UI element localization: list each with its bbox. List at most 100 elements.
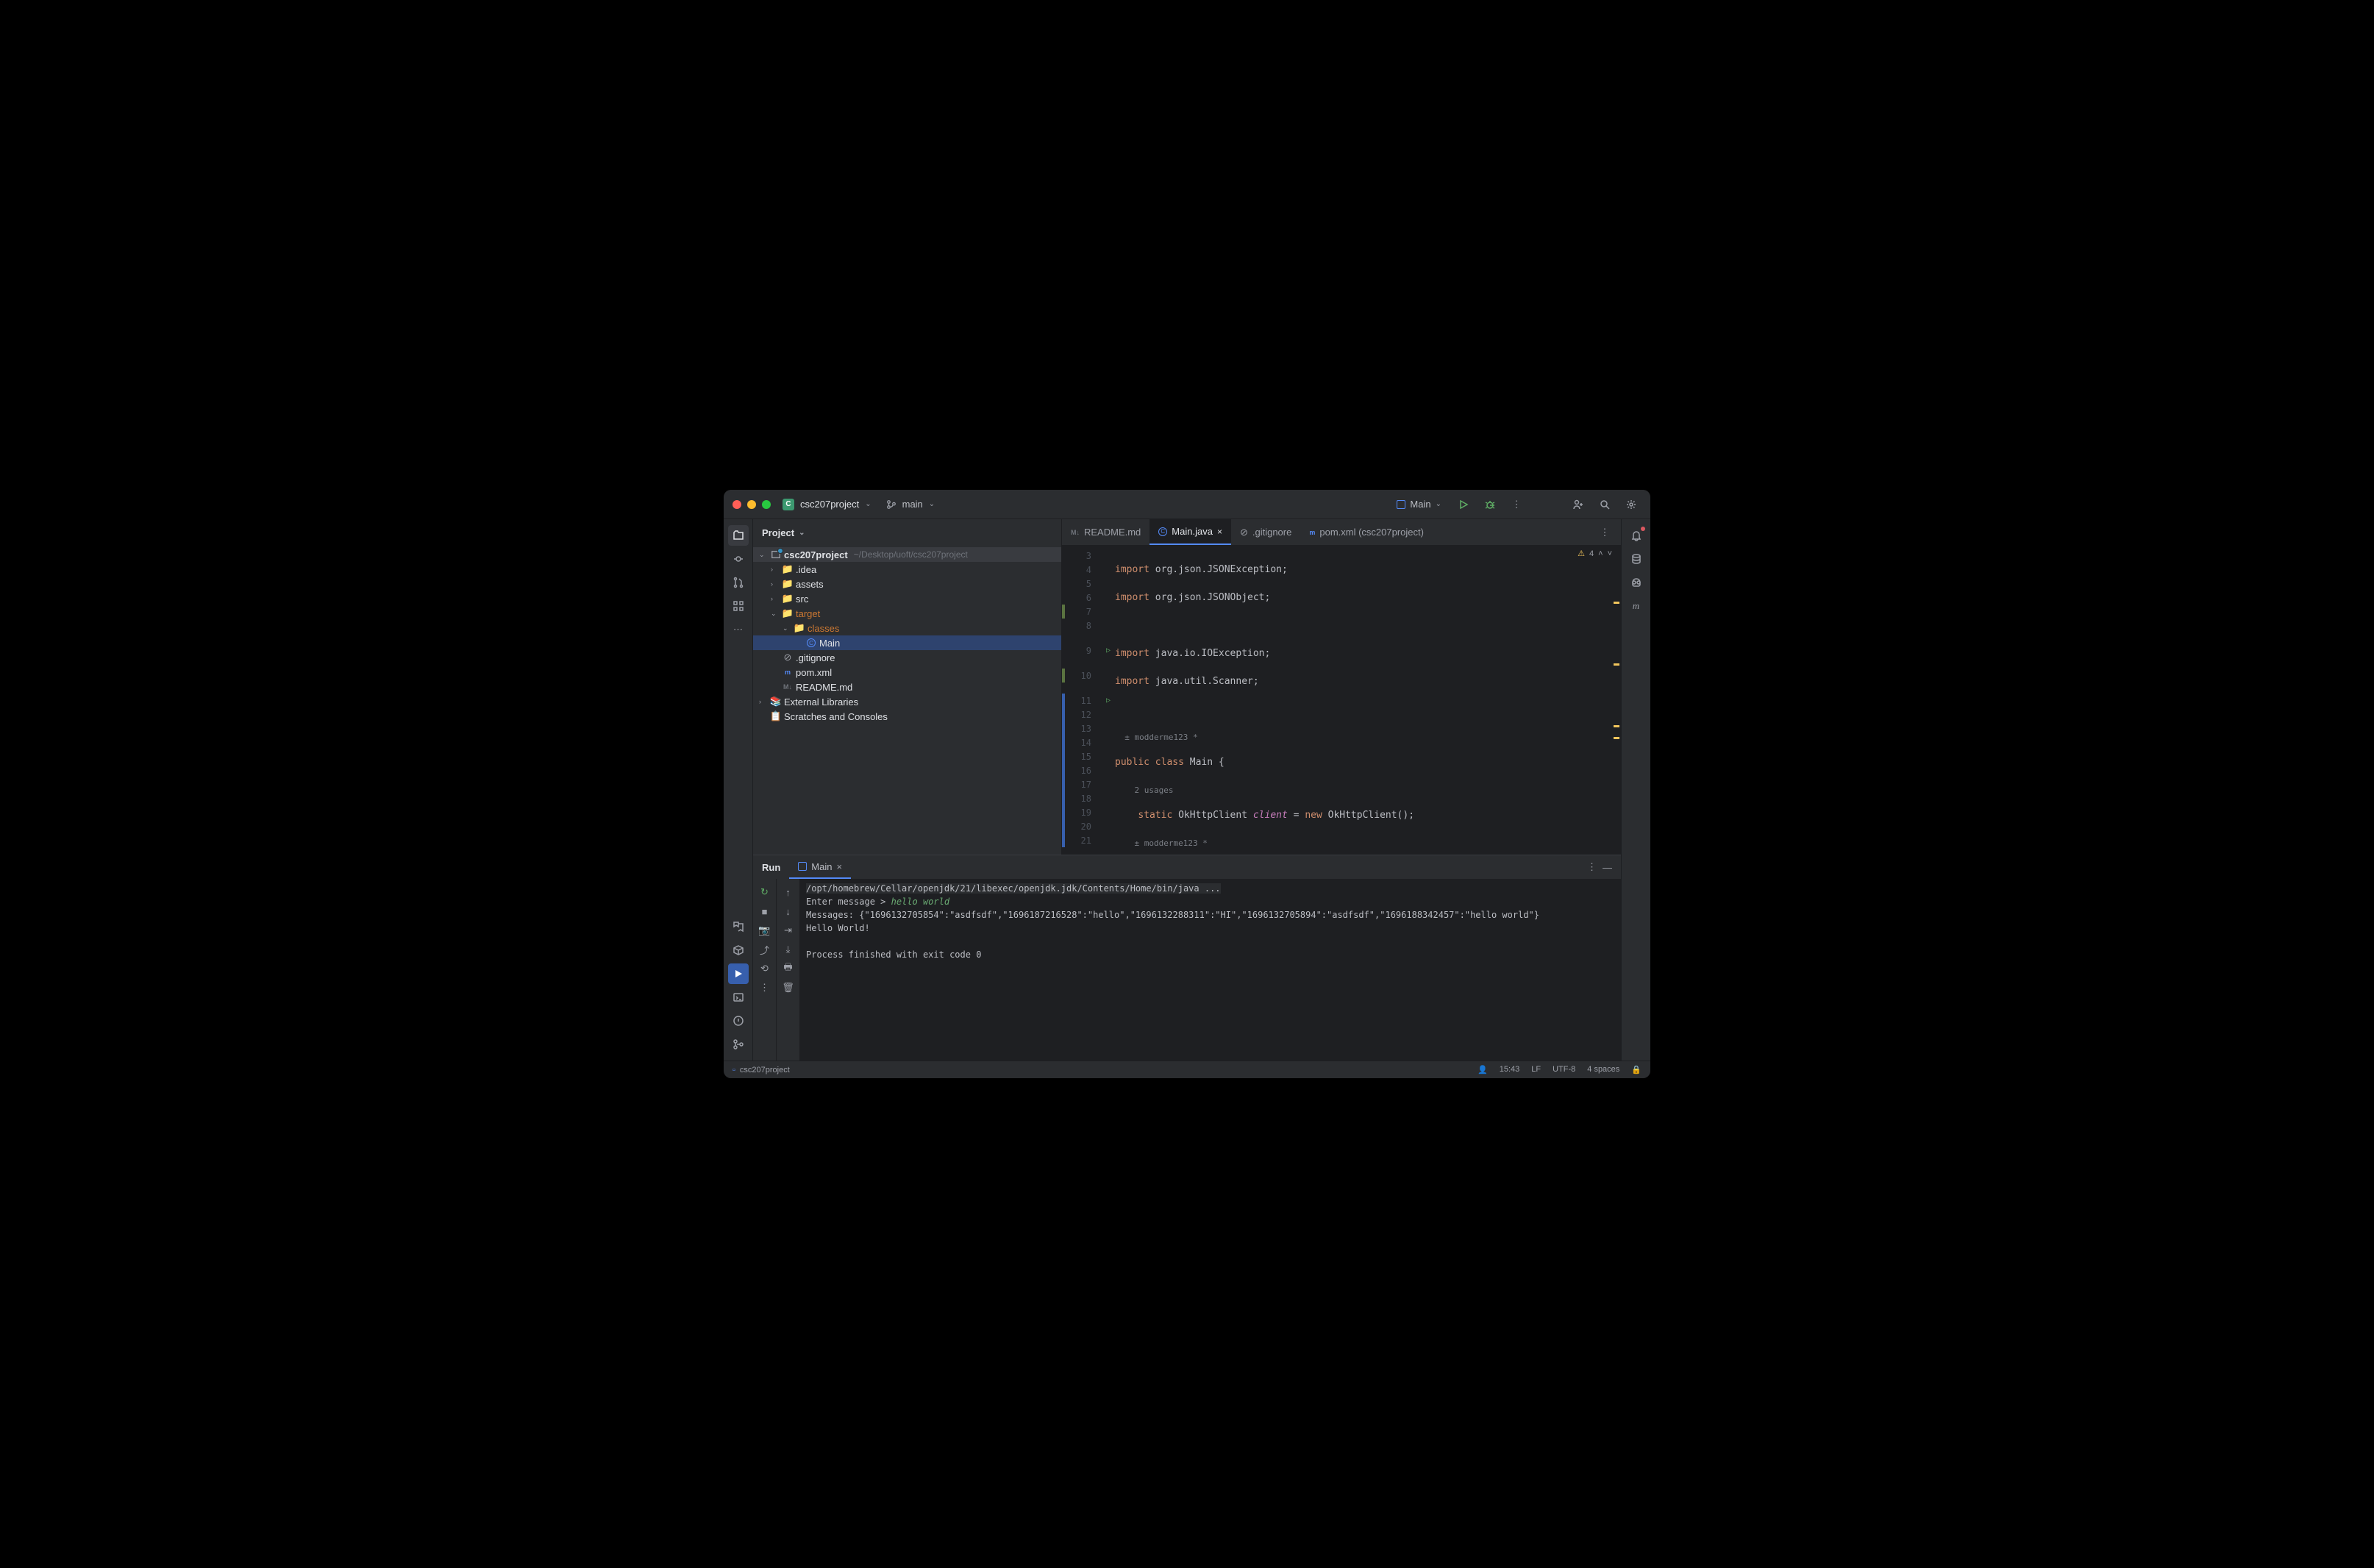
run-tool-button[interactable]: [728, 963, 749, 984]
code-editor[interactable]: 3 4 5 6 7 8 9▷ 10 11▷ 12: [1062, 546, 1621, 855]
run-tab-label[interactable]: Run: [753, 855, 789, 879]
project-status-icon: ▫: [732, 1066, 735, 1075]
run-toolbar: ↻ ■ 📷 ⤴ ⟲ ⋮: [753, 879, 777, 1061]
run-config-tab[interactable]: Main ×: [789, 855, 851, 879]
scroll-end-button[interactable]: ⤓: [781, 942, 796, 957]
editor-area: M↓ README.md C Main.java × ⊘ .gitignore: [1062, 519, 1621, 855]
project-tree: ⌄ csc207project ~/Desktop/uoft/csc207pro…: [753, 546, 1061, 855]
close-tab-button[interactable]: ×: [836, 861, 842, 872]
down-stack-button[interactable]: ↓: [781, 904, 796, 919]
commit-tool-button[interactable]: [728, 549, 749, 569]
structure-tool-button[interactable]: [728, 596, 749, 616]
build-tool-button[interactable]: [728, 940, 749, 961]
notifications-button[interactable]: [1626, 525, 1647, 546]
dump-threads-button[interactable]: 📷: [758, 923, 772, 938]
run-config-icon: [798, 862, 807, 871]
class-icon: C: [1158, 527, 1167, 536]
markdown-icon: M↓: [1071, 529, 1080, 536]
problems-tool-button[interactable]: [728, 1011, 749, 1031]
print-button[interactable]: 🖶: [781, 961, 796, 976]
run-button[interactable]: [1453, 494, 1474, 515]
project-badge: C: [783, 499, 794, 510]
maven-button[interactable]: m: [1626, 596, 1647, 616]
terminal-tool-button[interactable]: [728, 987, 749, 1008]
warning-icon: ⚠: [1578, 549, 1585, 558]
project-tool-button[interactable]: [728, 525, 749, 546]
more-actions-button[interactable]: ⋮: [1506, 494, 1527, 515]
project-panel-header[interactable]: Project ⌄: [753, 519, 1061, 546]
run-options-button[interactable]: ⋮: [1587, 861, 1597, 873]
editor-tabs: M↓ README.md C Main.java × ⊘ .gitignore: [1062, 519, 1621, 546]
tab-pom[interactable]: m pom.xml (csc207project): [1300, 519, 1433, 545]
tab-options-button[interactable]: ⋮: [1594, 522, 1615, 543]
maven-icon: m: [1309, 529, 1315, 536]
rerun-button[interactable]: ↻: [758, 885, 772, 899]
hide-panel-button[interactable]: —: [1603, 862, 1612, 873]
exit-button[interactable]: ⤴: [758, 942, 772, 957]
run-toolbar-2: ↑ ↓ ⇥ ⤓ 🖶 🗑: [777, 879, 800, 1061]
error-stripe[interactable]: [1612, 546, 1621, 855]
gutter-run-icon[interactable]: ▷: [1106, 696, 1111, 705]
run-config-selector[interactable]: Main ⌄: [1391, 496, 1447, 513]
more-tools-button[interactable]: ⋯: [728, 619, 749, 640]
file-encoding[interactable]: UTF-8: [1553, 1065, 1575, 1075]
close-window-button[interactable]: [732, 500, 741, 509]
titlebar: C csc207project ⌄ main ⌄ Main ⌄ ⋮: [724, 490, 1650, 519]
soft-wrap-button[interactable]: ⇥: [781, 923, 796, 938]
project-panel: Project ⌄ ⌄ csc207project ~/Desktop/uoft…: [753, 519, 1062, 855]
status-project[interactable]: csc207project: [740, 1066, 790, 1075]
tab-readme[interactable]: M↓ README.md: [1062, 519, 1149, 545]
tree-file-main-class[interactable]: C Main: [753, 635, 1061, 650]
chevron-down-icon: ⌄: [1436, 500, 1441, 508]
copilot-status-icon[interactable]: 👤: [1477, 1065, 1488, 1075]
tree-file-gitignore[interactable]: ⊘ .gitignore: [753, 650, 1061, 665]
branch-name[interactable]: main: [902, 499, 923, 510]
project-name-dropdown[interactable]: csc207project: [800, 499, 859, 510]
console-output[interactable]: /opt/homebrew/Cellar/openjdk/21/libexec/…: [800, 879, 1621, 1061]
tree-folder-classes[interactable]: ⌄📁 classes: [753, 621, 1061, 635]
ide-window: C csc207project ⌄ main ⌄ Main ⌄ ⋮ ⋯: [724, 490, 1650, 1078]
code-with-me-button[interactable]: [1568, 494, 1589, 515]
maximize-window-button[interactable]: [762, 500, 771, 509]
branch-icon[interactable]: [886, 499, 897, 510]
attach-button[interactable]: ⟲: [758, 961, 772, 976]
tree-folder-src[interactable]: ›📁 src: [753, 591, 1061, 606]
tab-main-java[interactable]: C Main.java ×: [1149, 519, 1231, 545]
tree-scratches[interactable]: 📋 Scratches and Consoles: [753, 709, 1061, 724]
cursor-position[interactable]: 15:43: [1500, 1065, 1520, 1075]
search-everywhere-button[interactable]: [1594, 494, 1615, 515]
debug-button[interactable]: [1480, 494, 1500, 515]
tree-external-libraries[interactable]: ›📚 External Libraries: [753, 694, 1061, 709]
editor-gutter: 3 4 5 6 7 8 9▷ 10 11▷ 12: [1062, 546, 1100, 855]
prev-highlight-button[interactable]: ˄: [1598, 549, 1603, 558]
gutter-run-icon[interactable]: ▷: [1106, 646, 1111, 655]
tree-root[interactable]: ⌄ csc207project ~/Desktop/uoft/csc207pro…: [753, 547, 1061, 562]
stop-button[interactable]: ■: [758, 904, 772, 919]
more-run-button[interactable]: ⋮: [758, 980, 772, 995]
inspection-widget[interactable]: ⚠ 4 ˄ ˅: [1578, 549, 1612, 558]
clear-button[interactable]: 🗑: [781, 980, 796, 995]
lock-icon[interactable]: 🔒: [1631, 1065, 1642, 1075]
tree-file-pom[interactable]: m pom.xml: [753, 665, 1061, 680]
tab-gitignore[interactable]: ⊘ .gitignore: [1231, 519, 1300, 545]
bookmarks-tool-button[interactable]: [728, 916, 749, 937]
tree-folder-idea[interactable]: ›📁 .idea: [753, 562, 1061, 577]
window-controls: [732, 500, 771, 509]
right-tool-rail: m: [1621, 519, 1650, 1061]
line-separator[interactable]: LF: [1531, 1065, 1541, 1075]
minimize-window-button[interactable]: [747, 500, 756, 509]
database-button[interactable]: [1626, 549, 1647, 569]
git-tool-button[interactable]: [728, 1034, 749, 1055]
indent-settings[interactable]: 4 spaces: [1587, 1065, 1619, 1075]
run-config-icon: [1397, 500, 1405, 509]
copilot-button[interactable]: [1626, 572, 1647, 593]
tree-folder-target[interactable]: ⌄📁 target: [753, 606, 1061, 621]
run-config-name: Main: [1410, 499, 1430, 510]
settings-button[interactable]: [1621, 494, 1642, 515]
close-tab-button[interactable]: ×: [1217, 527, 1222, 537]
up-stack-button[interactable]: ↑: [781, 885, 796, 899]
run-panel-tabs: Run Main × ⋮ —: [753, 855, 1621, 879]
tree-file-readme[interactable]: M↓ README.md: [753, 680, 1061, 694]
tree-folder-assets[interactable]: ›📁 assets: [753, 577, 1061, 591]
pull-requests-button[interactable]: [728, 572, 749, 593]
